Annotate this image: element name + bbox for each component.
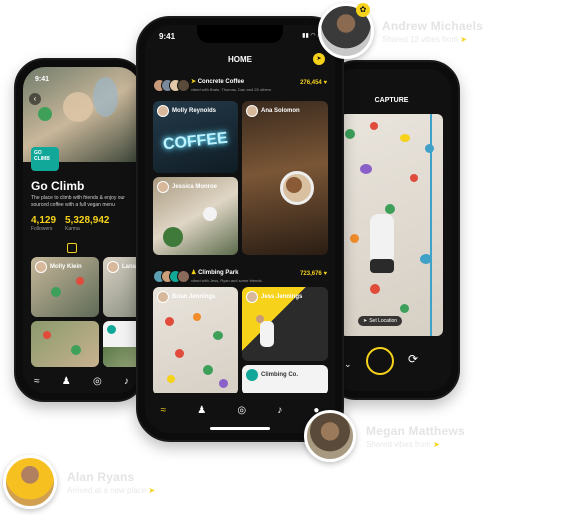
coffee-sign: COFFEE [162,129,229,154]
place-title: Go Climb [31,179,85,193]
pin-icon: ➤ [433,439,440,449]
megan-avatar [304,410,356,462]
tab-indicator-icon[interactable] [67,243,77,253]
avatar [157,181,169,193]
left-phone: 9:41 ‹ GO CLIMB Go Climb The place to cl… [14,58,146,402]
followers-label: Followers [31,226,53,232]
capture-icon[interactable]: ◎ [93,376,102,387]
tile-ana-solomon[interactable]: Ana Solomon [242,101,328,255]
tile-name: Molly Reynolds [172,108,217,114]
avatar [246,291,258,303]
tile-avatar [107,325,116,334]
tile-name: Molly Klein [50,264,82,270]
left-tile-4[interactable] [103,321,140,367]
tile-name: Jess Jennings [261,294,303,300]
karma-value: 5,328,942 [65,215,110,226]
karma-label: Karma [65,226,80,232]
andrew-badge-icon: ✿ [356,3,370,17]
tile-molly-reynolds[interactable]: Molly Reynolds COFFEE [153,101,238,173]
notch [197,25,283,43]
pin-icon: ➤ [148,485,156,495]
status-time: 9:41 [35,76,50,83]
status-time: 9:41 [159,32,176,41]
group1-pin-icon: ➤ [191,79,197,85]
andrew-name: Andrew Michaels [382,18,484,33]
followers-value: 4,129 [31,215,57,226]
people-icon[interactable]: ♟ [62,376,71,387]
avatar [246,369,258,381]
right-phone: CAPTURE ➤ Set Location ⌄ ⟳ [326,60,460,400]
avatar [246,105,258,117]
capture-title: CAPTURE [374,97,409,104]
avatar [107,261,119,273]
group2-count: 723,676 [300,271,322,277]
group2-people-icon: ♟ [191,270,197,276]
tile-name: Ana Solomon [261,108,300,114]
tile-climbing-co[interactable]: Climbing Co. [242,365,328,395]
megan-sub: Shared vibes from [366,439,431,449]
alan-name: Alan Ryans [67,469,135,484]
tile-name: Jessica Monroe [172,184,218,190]
andrew-sub: Shared 12 vibes from [382,34,459,44]
stat-karma: 5,328,942 Karma [65,215,110,232]
group1-header[interactable]: ➤ Concrete Coffee vibed with Brain, Thom… [153,77,327,99]
gallery-icon[interactable]: ⌄ [344,359,352,370]
right-phone-screen: CAPTURE ➤ Set Location ⌄ ⟳ [332,69,451,391]
group2-name: Climbing Park [198,270,239,276]
tile-brian-jennings[interactable]: Brian Jennings [153,287,238,395]
feed-icon[interactable]: ≈ [34,376,40,387]
left-bottom-nav: ≈ ♟ ◎ ♪ [23,369,140,393]
center-phone: 9:41 ▮▮ ◠ ▭ HOME ➤ ➤ Concrete Coffee vib… [136,16,344,442]
set-location-button[interactable]: ➤ Set Location [358,316,403,326]
pin-icon: ➤ [460,34,467,44]
avatar [157,105,169,117]
stat-followers: 4,129 Followers [31,215,56,232]
group1-vibed: vibed with Brain, Thomas, Dan and 25 oth… [191,87,271,92]
go-climb-logo: GO CLIMB [31,147,59,171]
flip-camera-icon[interactable]: ⟳ [408,352,418,366]
home-indicator [210,427,270,430]
heart-icon: ♥ [323,271,327,277]
place-description: The place to climb with friends & enjoy … [31,195,125,208]
bell-icon[interactable]: ♪ [124,376,129,387]
megan-name: Megan Matthews [366,423,465,438]
floating-user-alan: Alan Ryans Arrived at a new place ➤ [3,455,155,509]
capture-icon[interactable]: ◎ [237,405,246,416]
group1-avatars [153,79,190,92]
center-phone-screen: 9:41 ▮▮ ◠ ▭ HOME ➤ ➤ Concrete Coffee vib… [145,25,335,433]
tile-name: Climbing Co. [261,372,298,378]
bell-icon[interactable]: ♪ [277,405,282,416]
feed-icon[interactable]: ≈ [161,405,167,416]
home-title: HOME [228,55,252,64]
alan-sub: Arrived at a new place [67,485,147,495]
floating-user-andrew: ✿ Andrew Michaels Shared 12 vibes from ➤ [318,3,483,59]
left-tile-1[interactable]: Molly Klein [31,257,99,317]
left-phone-screen: 9:41 ‹ GO CLIMB Go Climb The place to cl… [23,67,140,393]
group2-avatars [153,270,190,283]
avatar [35,261,47,273]
floating-user-megan: Megan Matthews Shared vibes from ➤ [304,410,465,462]
group1-name: Concrete Coffee [197,79,245,85]
tile-jessica-monroe[interactable]: Jessica Monroe [153,177,238,255]
left-tile-2[interactable]: Lanah [103,257,140,317]
people-icon[interactable]: ♟ [197,405,206,416]
tile-jess-jennings[interactable]: Jess Jennings [242,287,328,361]
pin-icon: ➤ [363,318,368,324]
heart-icon: ♥ [323,80,327,86]
camera-viewfinder: ➤ Set Location [340,114,443,336]
left-tile-3[interactable] [31,321,99,367]
group2-vibed: vibed with Jess, Ryan and some friends. [191,278,263,283]
climber-figure [370,214,394,264]
set-location-label: Set Location [369,318,398,324]
shutter-button[interactable] [366,347,394,375]
tile-name: Brian Jennings [172,294,216,300]
avatar [157,291,169,303]
back-button[interactable]: ‹ [29,93,41,105]
alan-avatar [3,455,57,509]
group1-count: 276,454 [300,80,322,86]
